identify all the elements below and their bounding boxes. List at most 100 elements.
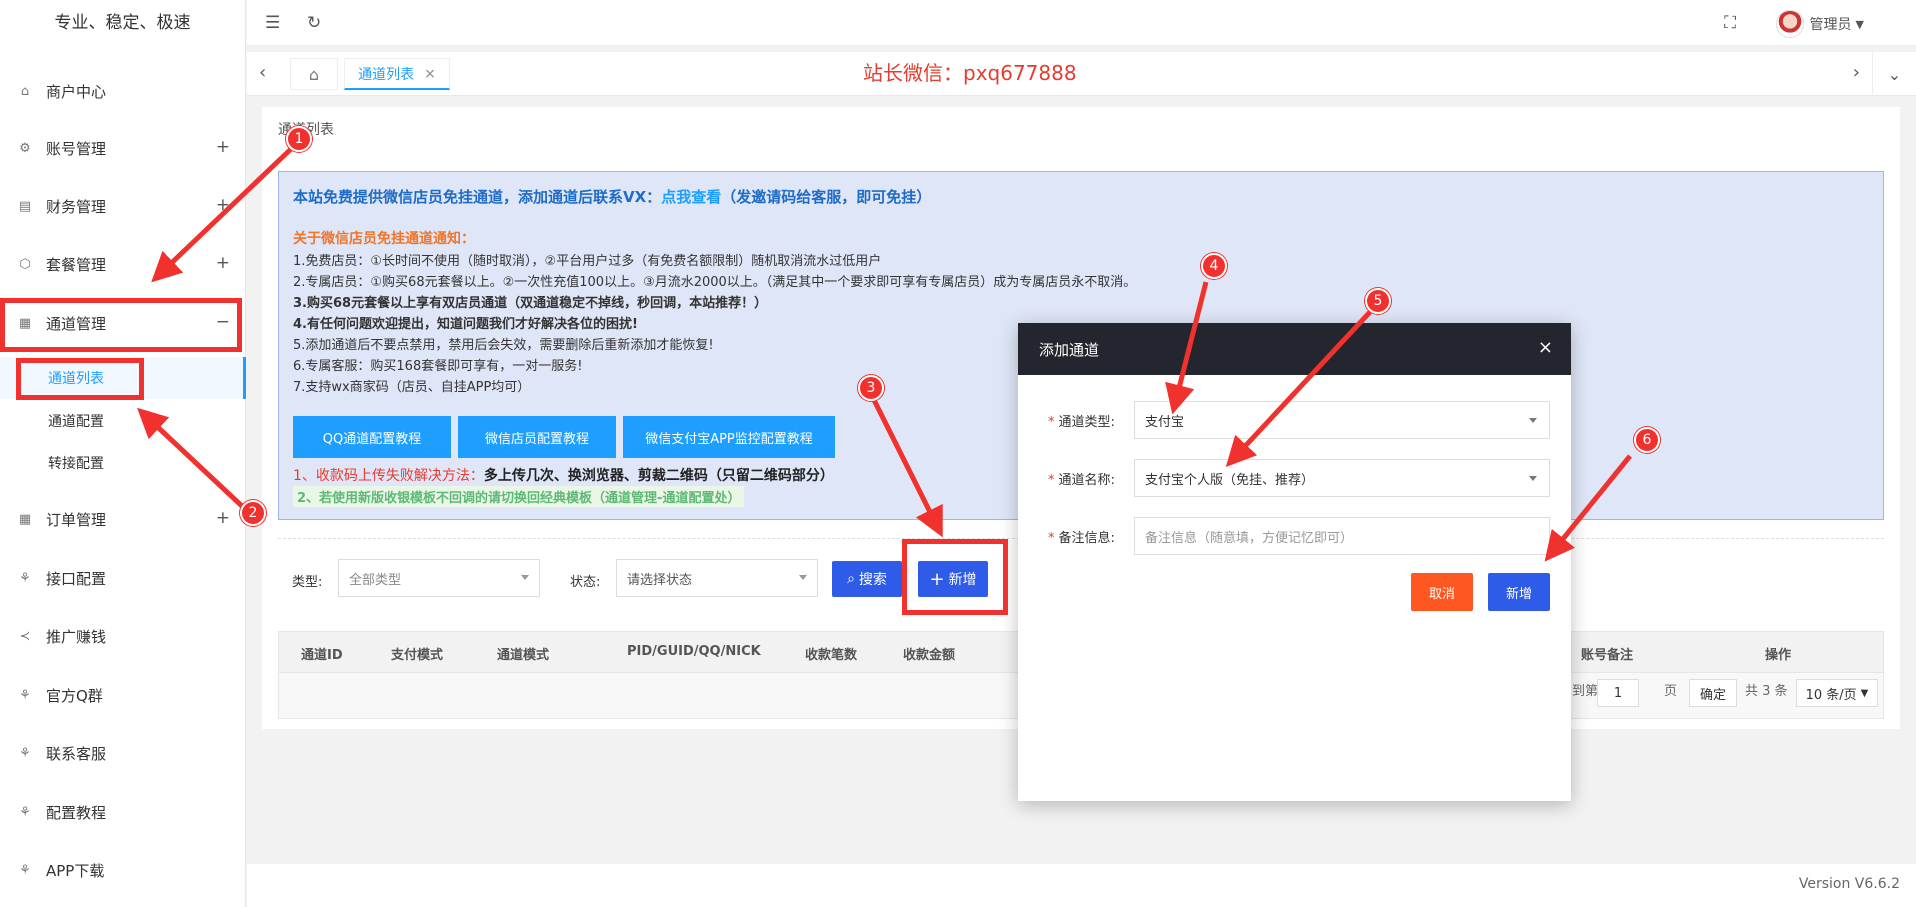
pager-size-value: 10 条/页 (1805, 687, 1857, 703)
footer: Version V6.6.2 (247, 864, 1916, 907)
highlight-add-button (902, 539, 1008, 615)
sidebar-item-label: 商户中心 (46, 82, 107, 101)
notice-line: 5.添加通道后不要点禁用，禁用后会失效，需要删除后重新添加才能恢复! (293, 338, 714, 353)
channel-type-label: * 通道类型: (1048, 411, 1115, 430)
sidebar-item-label: 推广赚钱 (46, 627, 107, 646)
sidebar-item-label: 财务管理 (46, 197, 107, 216)
sidebar-item-app-download[interactable]: ⚘ APP下载 (0, 845, 246, 895)
sidebar-item-label: 账号管理 (46, 139, 107, 158)
channel-name-select[interactable]: 支付宝个人版（免挂、推荐） (1134, 459, 1550, 497)
sidebar-item-finance[interactable]: ▤ 财务管理 + (0, 181, 246, 231)
modal-header: 添加通道 × (1018, 323, 1571, 375)
qq-tutorial-button[interactable]: QQ通道配置教程 (293, 416, 451, 458)
share-icon: ≺ (19, 628, 31, 644)
chevron-left-icon[interactable]: ‹ (259, 62, 266, 83)
col-pid: PID/GUID/QQ/NICK (627, 644, 761, 659)
pager-goto: 到第 (1572, 684, 1599, 699)
notice-head: 本站免费提供微信店员免挂通道，添加通道后联系VX：点我查看（发邀请码给客服，即可… (293, 186, 931, 207)
plug-icon: ⚘ (19, 804, 31, 820)
sidebar-subitem-channel-config[interactable]: 通道配置 (0, 400, 246, 442)
sidebar-item-promotion[interactable]: ≺ 推广赚钱 (0, 611, 246, 661)
wechat-clerk-tutorial-button[interactable]: 微信店员配置教程 (458, 416, 616, 458)
sidebar-item-orders[interactable]: ▦ 订单管理 + (0, 494, 246, 544)
col-count: 收款笔数 (805, 648, 858, 663)
template-tip: 2、若使用新版收银模板不回调的请切换回经典模板（通道管理-通道配置处） (293, 486, 745, 507)
sidebar-item-account[interactable]: ⚙ 账号管理 + (0, 123, 246, 173)
status-select[interactable]: 请选择状态 (616, 559, 818, 597)
refresh-icon[interactable]: ↻ (307, 13, 321, 33)
remark-input[interactable]: 备注信息（随意填，方便记忆即可） (1134, 517, 1550, 555)
package-icon: ⬡ (19, 256, 31, 272)
close-icon[interactable]: × (424, 66, 436, 82)
fullscreen-icon[interactable]: ⛶ (1724, 13, 1736, 33)
caret-down-icon (1529, 476, 1537, 481)
col-remark: 账号备注 (1581, 648, 1634, 663)
avatar (1775, 10, 1804, 38)
chevron-down-icon: ⌄ (1887, 64, 1902, 84)
search-button[interactable]: ⌕ 搜索 (832, 561, 902, 597)
sidebar-item-support[interactable]: ⚘ 联系客服 (0, 728, 246, 778)
step-badge: 4 (1201, 253, 1227, 279)
plug-icon: ⚘ (19, 687, 31, 703)
sidebar-item-merchant-center[interactable]: ⌂ 商户中心 (0, 66, 246, 116)
pager-confirm-button[interactable]: 确定 (1689, 679, 1737, 707)
menu-toggle-icon[interactable]: ☰ (265, 13, 280, 33)
step-badge: 2 (240, 500, 266, 526)
step-badge: 3 (858, 375, 884, 401)
notice-line: 2.专属店员：①购买68元套餐以上。②一次性充值100以上。③月流水2000以上… (293, 275, 1137, 290)
app-monitor-tutorial-button[interactable]: 微信支付宝APP监控配置教程 (623, 416, 835, 458)
expand-icon: + (215, 253, 230, 273)
col-pay-mode: 支付模式 (391, 648, 444, 663)
submit-add-button[interactable]: 新增 (1488, 573, 1550, 611)
close-icon[interactable]: × (1538, 337, 1553, 358)
sidebar-item-label: 订单管理 (46, 510, 107, 529)
sidebar-item-api-config[interactable]: ⚘ 接口配置 (0, 553, 246, 603)
search-button-label: 搜索 (858, 572, 887, 588)
apps-icon: ▦ (18, 511, 32, 527)
user-menu[interactable]: 管理员 ▼ (1775, 10, 1864, 38)
pager-page-unit: 页 (1664, 684, 1678, 699)
version-text: Version V6.6.2 (1798, 876, 1900, 892)
chevron-down-icon: ▼ (1860, 687, 1869, 699)
channel-type-value: 支付宝 (1145, 414, 1185, 430)
pager-total: 共 3 条 (1745, 684, 1788, 699)
notice-head-text: 本站免费提供微信店员免挂通道，添加通道后联系VX： (293, 188, 662, 206)
tab-channel-list[interactable]: 通道列表 × (344, 58, 450, 90)
type-select[interactable]: 全部类型 (338, 559, 540, 597)
sidebar-item-package[interactable]: ⬡ 套餐管理 + (0, 239, 246, 289)
step-badge: 5 (1365, 288, 1391, 314)
required-mark: * (1048, 531, 1055, 546)
pager-page-input[interactable]: 1 (1597, 679, 1639, 707)
upload-tip-text: 1、收款码上传失败解决方法： (293, 468, 484, 484)
col-amount: 收款金额 (903, 648, 956, 663)
sidebar-item-tutorial[interactable]: ⚘ 配置教程 (0, 787, 246, 837)
notice-line: 7.支持wx商家码（店员、自挂APP均可） (293, 380, 531, 395)
expand-icon: + (215, 195, 230, 215)
tab-home[interactable]: ⌂ (290, 58, 338, 90)
add-channel-modal: 添加通道 × * 通道类型: 支付宝 * 通道名称: 支付宝个人版（免挂、推荐） *… (1018, 323, 1571, 801)
highlight-channel-list (16, 358, 144, 400)
sidebar-item-label: APP下载 (46, 861, 105, 880)
plug-icon: ⚘ (19, 862, 31, 878)
notice-line: 4.有任何问题欢迎提出，知道问题我们才好解决各位的困扰! (293, 317, 638, 332)
cancel-button[interactable]: 取消 (1411, 573, 1473, 611)
channel-name-label: * 通道名称: (1048, 469, 1115, 488)
gear-icon: ⚙ (19, 140, 31, 156)
top-bar: ☰ ↻ ⛶ 管理员 ▼ (247, 0, 1916, 46)
sidebar-item-qq-group[interactable]: ⚘ 官方Q群 (0, 670, 246, 720)
expand-icon: + (215, 508, 230, 528)
search-icon: ⌕ (847, 571, 855, 587)
plug-icon: ⚘ (19, 745, 31, 761)
sidebar-subitem-transfer-config[interactable]: 转接配置 (0, 442, 246, 484)
pager-size-select[interactable]: 10 条/页 ▼ (1796, 679, 1878, 707)
ledger-icon: ▤ (18, 198, 32, 214)
caret-down-icon (1529, 418, 1537, 423)
remark-label-text: 备注信息: (1058, 531, 1115, 546)
channel-type-select[interactable]: 支付宝 (1134, 401, 1550, 439)
chevron-right-icon[interactable]: › (1853, 62, 1860, 83)
required-mark: * (1048, 415, 1055, 430)
channel-type-label-text: 通道类型: (1058, 415, 1115, 430)
remark-label: * 备注信息: (1048, 527, 1115, 546)
tabs-dropdown[interactable]: ⌄ (1872, 52, 1916, 96)
notice-link[interactable]: 点我查看 (661, 188, 721, 206)
